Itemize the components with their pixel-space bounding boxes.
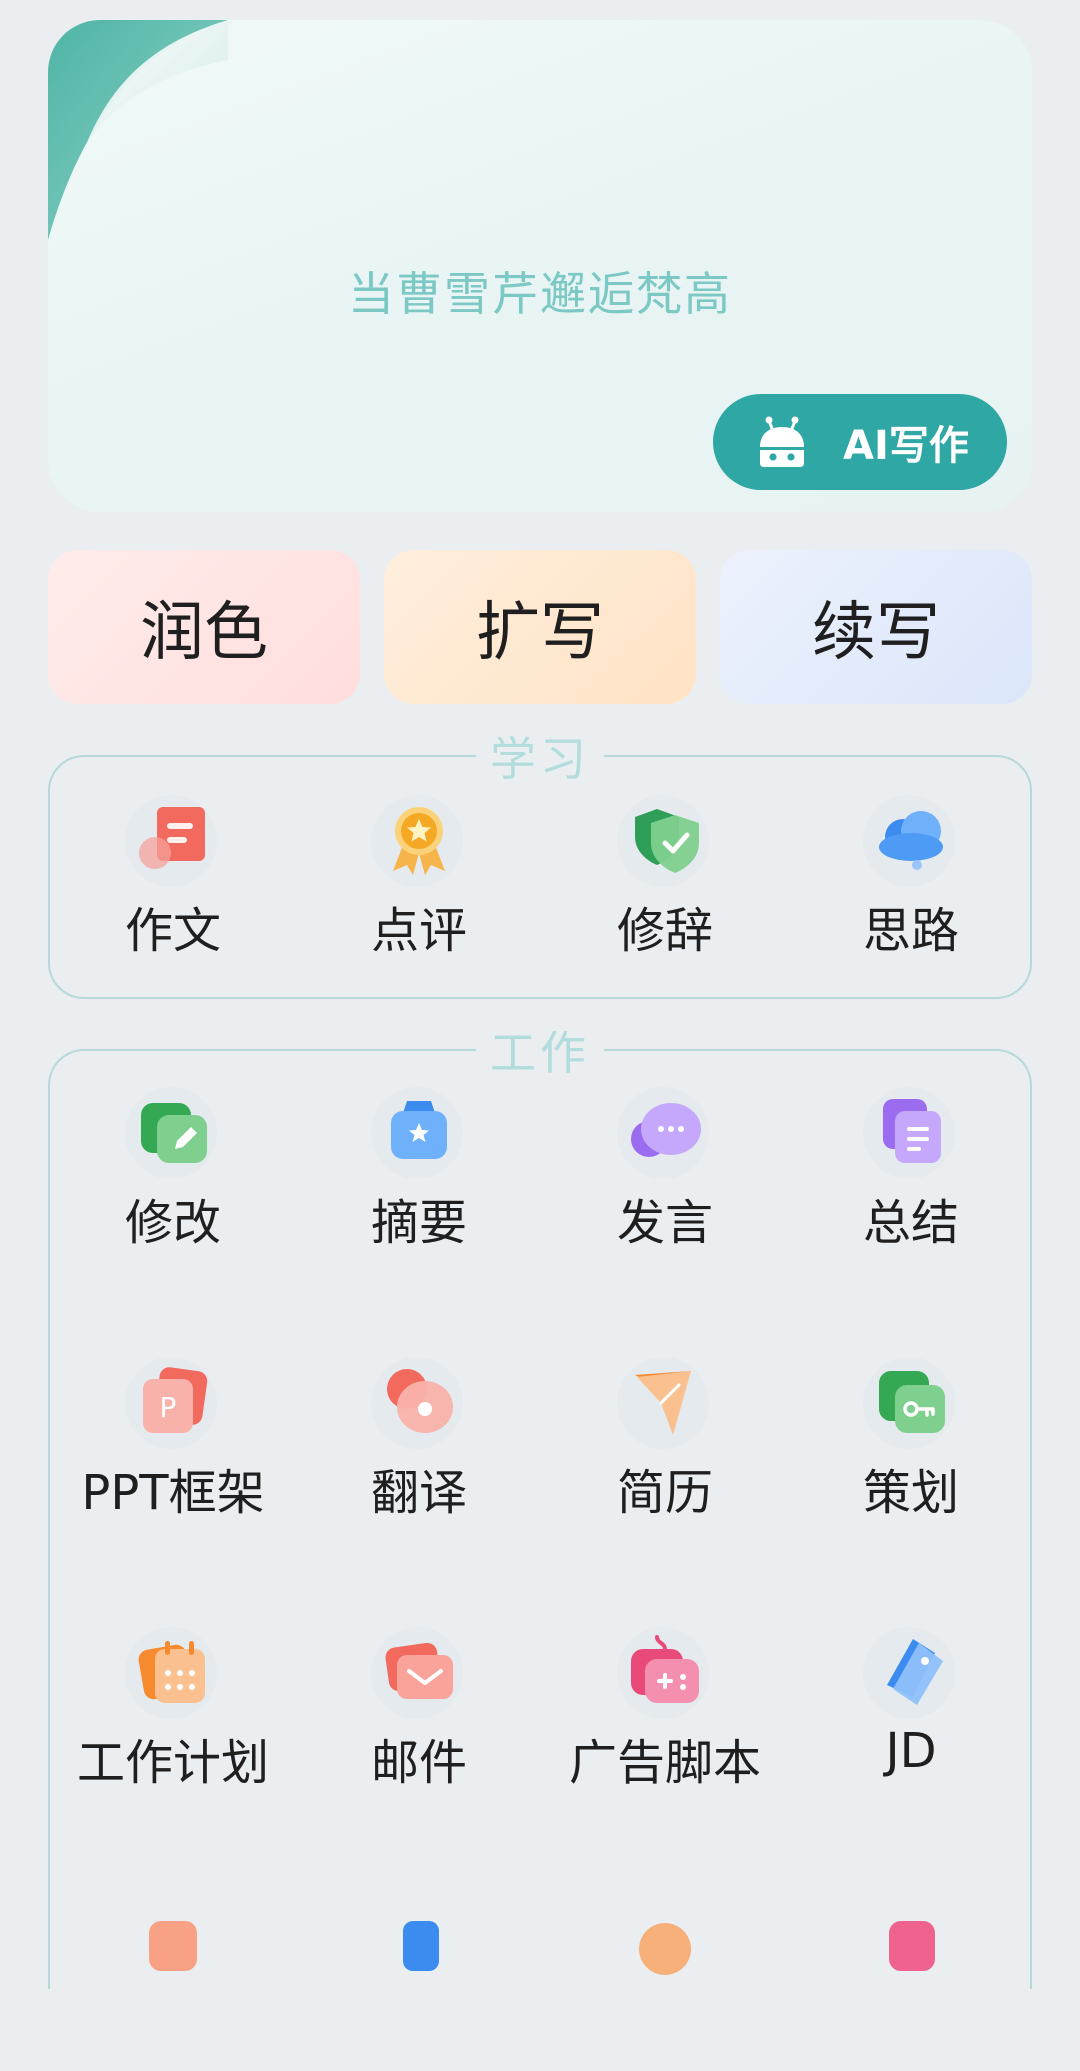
hero-banner[interactable]: 当曹雪芹邂逅梵高 AI写作 xyxy=(48,20,1032,512)
tile-label: 总结 xyxy=(862,1195,959,1251)
tag-icon xyxy=(887,1639,943,1705)
award-medal-icon xyxy=(393,807,445,875)
tile-label: 策划 xyxy=(862,1465,959,1521)
ppt-icon: P xyxy=(143,1367,208,1433)
tile-ad-script[interactable]: 广告脚本 xyxy=(542,1603,788,1803)
stack-icon xyxy=(149,1921,197,1971)
page-curl-decoration xyxy=(48,20,228,240)
tile-label: 翻译 xyxy=(370,1465,467,1521)
document-stack-icon xyxy=(883,1099,941,1163)
work-section: 工作 修改 摘要 发言 总结 P PPT框架 翻译 简历 策划 工作计划 邮件 … xyxy=(48,1017,1034,1989)
tile-label: 思路 xyxy=(862,903,959,959)
tile-more-3[interactable] xyxy=(542,1871,788,2071)
tile-summary-abstract[interactable]: 摘要 xyxy=(296,1063,542,1263)
tile-jd[interactable]: JD xyxy=(788,1603,1034,1803)
tile-label: 邮件 xyxy=(370,1735,467,1791)
card-icon xyxy=(403,1921,439,1971)
tile-label: 修辞 xyxy=(616,903,713,959)
tile-translate[interactable]: 翻译 xyxy=(296,1333,542,1533)
tile-label: JD xyxy=(885,1723,937,1779)
edit-pencil-icon xyxy=(141,1103,207,1163)
tile-label: 摘要 xyxy=(370,1195,467,1251)
tile-work-plan[interactable]: 工作计划 xyxy=(50,1603,296,1803)
tile-label: 简历 xyxy=(616,1465,713,1521)
tile-idea[interactable]: 思路 xyxy=(788,771,1034,971)
paper-plane-icon xyxy=(635,1371,691,1435)
essay-icon xyxy=(139,807,205,869)
hero-title: 当曹雪芹邂逅梵高 xyxy=(348,267,732,321)
cloud-icon xyxy=(879,811,943,870)
tile-ppt-outline[interactable]: P PPT框架 xyxy=(50,1333,296,1533)
tile-planning[interactable]: 策划 xyxy=(788,1333,1034,1533)
tile-edit[interactable]: 修改 xyxy=(50,1063,296,1263)
bubble-icon xyxy=(639,1923,691,1975)
tile-label: 作文 xyxy=(124,903,221,959)
svg-text:P: P xyxy=(160,1391,177,1424)
mail-icon xyxy=(385,1642,453,1699)
robot-icon xyxy=(760,416,804,467)
tile-conclusion[interactable]: 总结 xyxy=(788,1063,1034,1263)
tile-review[interactable]: 点评 xyxy=(296,771,542,971)
tile-label: 发言 xyxy=(616,1195,713,1251)
tile-label: 点评 xyxy=(370,903,467,959)
calendar-icon xyxy=(138,1641,205,1703)
tile-label: 工作计划 xyxy=(76,1735,269,1791)
shield-check-icon xyxy=(635,809,699,873)
tile-email[interactable]: 邮件 xyxy=(296,1603,542,1803)
star-ticket-icon xyxy=(391,1101,447,1159)
gamepad-icon xyxy=(631,1635,699,1703)
polish-button[interactable]: 润色 xyxy=(48,550,360,704)
chat-bubble-icon xyxy=(631,1103,701,1157)
tile-speech[interactable]: 发言 xyxy=(542,1063,788,1263)
tile-more-4[interactable] xyxy=(788,1871,1034,2071)
tile-label: PPT框架 xyxy=(81,1465,265,1521)
ai-write-button[interactable]: AI写作 xyxy=(713,394,1007,490)
tile-resume[interactable]: 简历 xyxy=(542,1333,788,1533)
tile-more-2[interactable] xyxy=(296,1871,542,2071)
study-section: 学习 作文 点评 修辞 思路 xyxy=(48,723,1034,999)
tile-rhetoric[interactable]: 修辞 xyxy=(542,771,788,971)
tile-essay[interactable]: 作文 xyxy=(50,771,296,971)
tile-label: 广告脚本 xyxy=(568,1735,761,1791)
heart-card-icon xyxy=(889,1921,935,1971)
key-card-icon xyxy=(879,1371,945,1433)
tile-label: 修改 xyxy=(124,1195,221,1251)
expand-button[interactable]: 扩写 xyxy=(384,550,696,704)
continue-button[interactable]: 续写 xyxy=(720,550,1032,704)
translate-icon xyxy=(387,1369,453,1433)
ai-write-label: AI写作 xyxy=(843,423,969,469)
tile-more-1[interactable] xyxy=(50,1871,296,2071)
